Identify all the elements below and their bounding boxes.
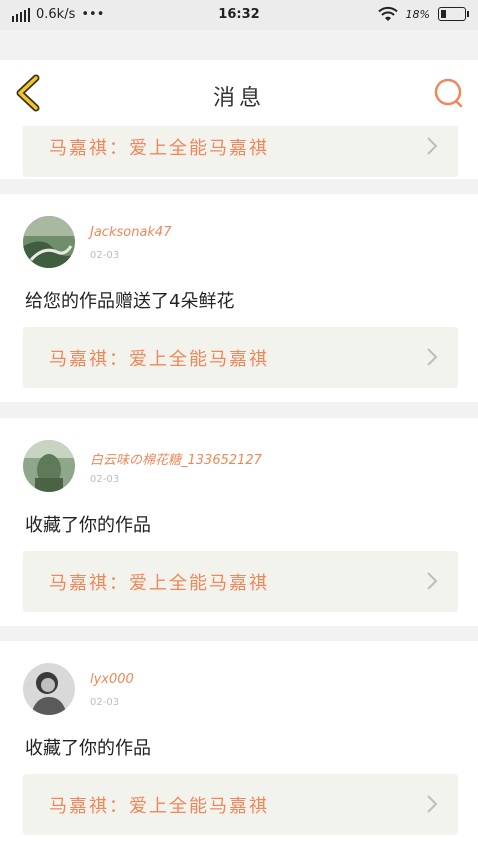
wifi-icon <box>377 6 398 21</box>
search-button[interactable] <box>432 76 466 110</box>
battery-icon <box>438 7 469 21</box>
chevron-right-icon <box>427 348 438 366</box>
chevron-right-icon <box>427 137 438 155</box>
notification-message: 收藏了你的作品 <box>25 515 151 536</box>
work-link[interactable]: 马嘉祺：爱上全能马嘉祺 <box>23 551 458 612</box>
timestamp: 02-03 <box>90 474 120 485</box>
notification-list[interactable]: 马嘉祺：爱上全能马嘉祺 Jacksonak47 02-03 给您的作品赠送了4朵… <box>0 126 478 853</box>
avatar[interactable] <box>23 663 75 715</box>
username[interactable]: 白云味の棉花糖_133652127 <box>90 449 262 468</box>
notification-card: Jacksonak47 02-03 给您的作品赠送了4朵鲜花 马嘉祺：爱上全能马… <box>0 194 478 402</box>
username[interactable]: lyx000 <box>90 672 134 687</box>
notification-card: 马嘉祺：爱上全能马嘉祺 <box>0 126 478 179</box>
work-title: 马嘉祺：爱上全能马嘉祺 <box>49 573 269 594</box>
username[interactable]: Jacksonak47 <box>90 225 171 240</box>
battery-percent: 18% <box>405 7 430 21</box>
nav-bar: 消息 <box>0 60 478 127</box>
page-title: 消息 <box>212 86 265 111</box>
timestamp: 02-03 <box>90 697 120 708</box>
timestamp: 02-03 <box>90 250 120 261</box>
status-bar: 0.6k/s ••• 16:32 18% <box>0 0 478 30</box>
work-link[interactable]: 马嘉祺：爱上全能马嘉祺 <box>23 327 458 388</box>
bottom-edge <box>0 846 478 853</box>
work-title: 马嘉祺：爱上全能马嘉祺 <box>49 349 269 370</box>
chevron-right-icon <box>427 795 438 813</box>
work-link[interactable]: 马嘉祺：爱上全能马嘉祺 <box>23 774 458 835</box>
work-link[interactable]: 马嘉祺：爱上全能马嘉祺 <box>23 126 458 177</box>
notification-message: 给您的作品赠送了4朵鲜花 <box>25 291 235 312</box>
notification-card: 白云味の棉花糖_133652127 02-03 收藏了你的作品 马嘉祺：爱上全能… <box>0 418 478 626</box>
chevron-right-icon <box>427 572 438 590</box>
work-title: 马嘉祺：爱上全能马嘉祺 <box>49 138 269 159</box>
avatar[interactable] <box>23 440 75 492</box>
notification-message: 收藏了你的作品 <box>25 738 151 759</box>
work-title: 马嘉祺：爱上全能马嘉祺 <box>49 796 269 817</box>
search-icon <box>434 78 463 108</box>
notification-card: lyx000 02-03 收藏了你的作品 马嘉祺：爱上全能马嘉祺 <box>0 641 478 849</box>
avatar[interactable] <box>23 216 75 268</box>
status-right: 18% <box>377 6 469 22</box>
